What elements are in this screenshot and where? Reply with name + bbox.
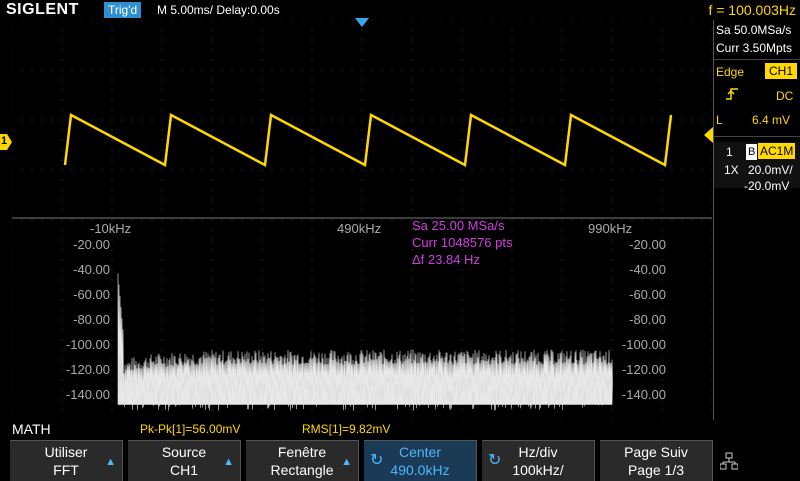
fft-db-label-right: -60.00 [629, 287, 666, 302]
bandwidth-limit-badge: B [746, 144, 758, 160]
frequency-readout: f = 100.003Hz [708, 2, 796, 18]
math-label: MATH [12, 421, 51, 437]
trigger-level-marker-icon[interactable] [704, 127, 713, 143]
up-arrow-icon: ▲ [105, 456, 116, 468]
softkey-hz-div[interactable]: ↻ Hz/div 100kHz/ [482, 440, 595, 481]
softkey-next-page-value: Page 1/3 [627, 462, 685, 478]
softkey-next-page-label: Page Suiv [624, 444, 688, 460]
knob-rotate-icon: ↻ [488, 452, 502, 469]
fft-db-label-right: -80.00 [629, 312, 666, 327]
sample-rate-readout: Sa 50.0MSa/s [716, 23, 792, 37]
fft-db-label-left: -120.00 [66, 362, 110, 377]
ch1-marker-label: 1 [1, 135, 8, 147]
up-arrow-icon: ▲ [341, 456, 352, 468]
fft-resolution: Δf 23.84 Hz [412, 252, 480, 267]
fft-db-label-right: -20.00 [629, 237, 666, 252]
ch1-coupling-badge[interactable]: AC1M [758, 143, 796, 159]
rms-measurement: RMS[1]=9.82mV [302, 422, 391, 436]
right-info-panel: Sa 50.0MSa/s Curr 3.50Mpts Edge CH1 DC L… [713, 20, 800, 420]
knob-rotate-icon: ↻ [370, 452, 384, 469]
brand-logo: SIGLENT [6, 1, 79, 18]
fft-db-label-right: -140.00 [622, 387, 666, 402]
softkey-source[interactable]: Source CH1 ▲ [128, 440, 241, 481]
ch1-offset[interactable]: -20.0mV [744, 178, 789, 194]
trigger-status-badge[interactable]: Trig'd [104, 2, 142, 18]
ch1-offset-marker[interactable]: 1 [0, 134, 12, 150]
fft-db-label-left: -80.00 [73, 312, 110, 327]
fft-spectrum [117, 273, 613, 411]
softkey-utiliser[interactable]: Utiliser FFT ▲ [10, 440, 123, 481]
timebase-readout[interactable]: M 5.00ms/ Delay:0.00s [157, 2, 280, 18]
fft-db-label-left: -40.00 [73, 262, 110, 277]
softkey-center[interactable]: ↻ Center 490.0kHz [364, 440, 477, 481]
fft-frequency-label: 990kHz [588, 221, 632, 236]
network-icon [719, 452, 739, 475]
memory-depth-readout: Curr 3.50Mpts [716, 41, 793, 55]
fft-frequency-label: -10kHz [90, 221, 131, 236]
fft-db-label-right: -100.00 [622, 337, 666, 352]
top-bar: SIGLENT Trig'd M 5.00ms/ Delay:0.00s f =… [0, 0, 800, 20]
fft-memory-depth: Curr 1048576 pts [412, 235, 513, 250]
fft-db-label-right: -120.00 [622, 362, 666, 377]
waveform-display[interactable]: -10kHz 490kHz 990kHz -20.00 -40.00 -60.00 -80… [12, 20, 712, 420]
softkey-next-page[interactable]: Page Suiv Page 1/3 [600, 440, 713, 481]
up-arrow-icon: ▲ [223, 456, 234, 468]
fft-db-label-left: -100.00 [66, 337, 110, 352]
fft-sample-rate: Sa 25.00 MSa/s [412, 218, 505, 233]
ch1-number: 1 [726, 145, 733, 159]
probe-attenuation: 1X [724, 163, 739, 177]
trigger-level-value[interactable]: 6.4 mV [752, 112, 790, 128]
trigger-type[interactable]: Edge [716, 64, 744, 80]
fft-db-label-left: -140.00 [66, 387, 110, 402]
fft-db-label-right: -40.00 [629, 262, 666, 277]
softkey-window[interactable]: Fenêtre Rectangle ▲ [246, 440, 359, 481]
fft-db-label-left: -20.00 [73, 237, 110, 252]
ch1-waveform [63, 113, 673, 167]
fft-db-label-left: -60.00 [73, 287, 110, 302]
trigger-source-badge[interactable]: CH1 [765, 63, 798, 79]
fft-frequency-label: 490kHz [337, 221, 381, 236]
rising-edge-icon[interactable] [724, 86, 740, 106]
trigger-level-label: L [716, 113, 723, 127]
fft-frequency-labels: -10kHz 490kHz 990kHz [90, 221, 632, 236]
pkpk-measurement: Pk-Pk[1]=56.00mV [140, 422, 241, 436]
trigger-coupling[interactable]: DC [776, 88, 793, 104]
volts-per-div[interactable]: 20.0mV/ [748, 162, 793, 178]
